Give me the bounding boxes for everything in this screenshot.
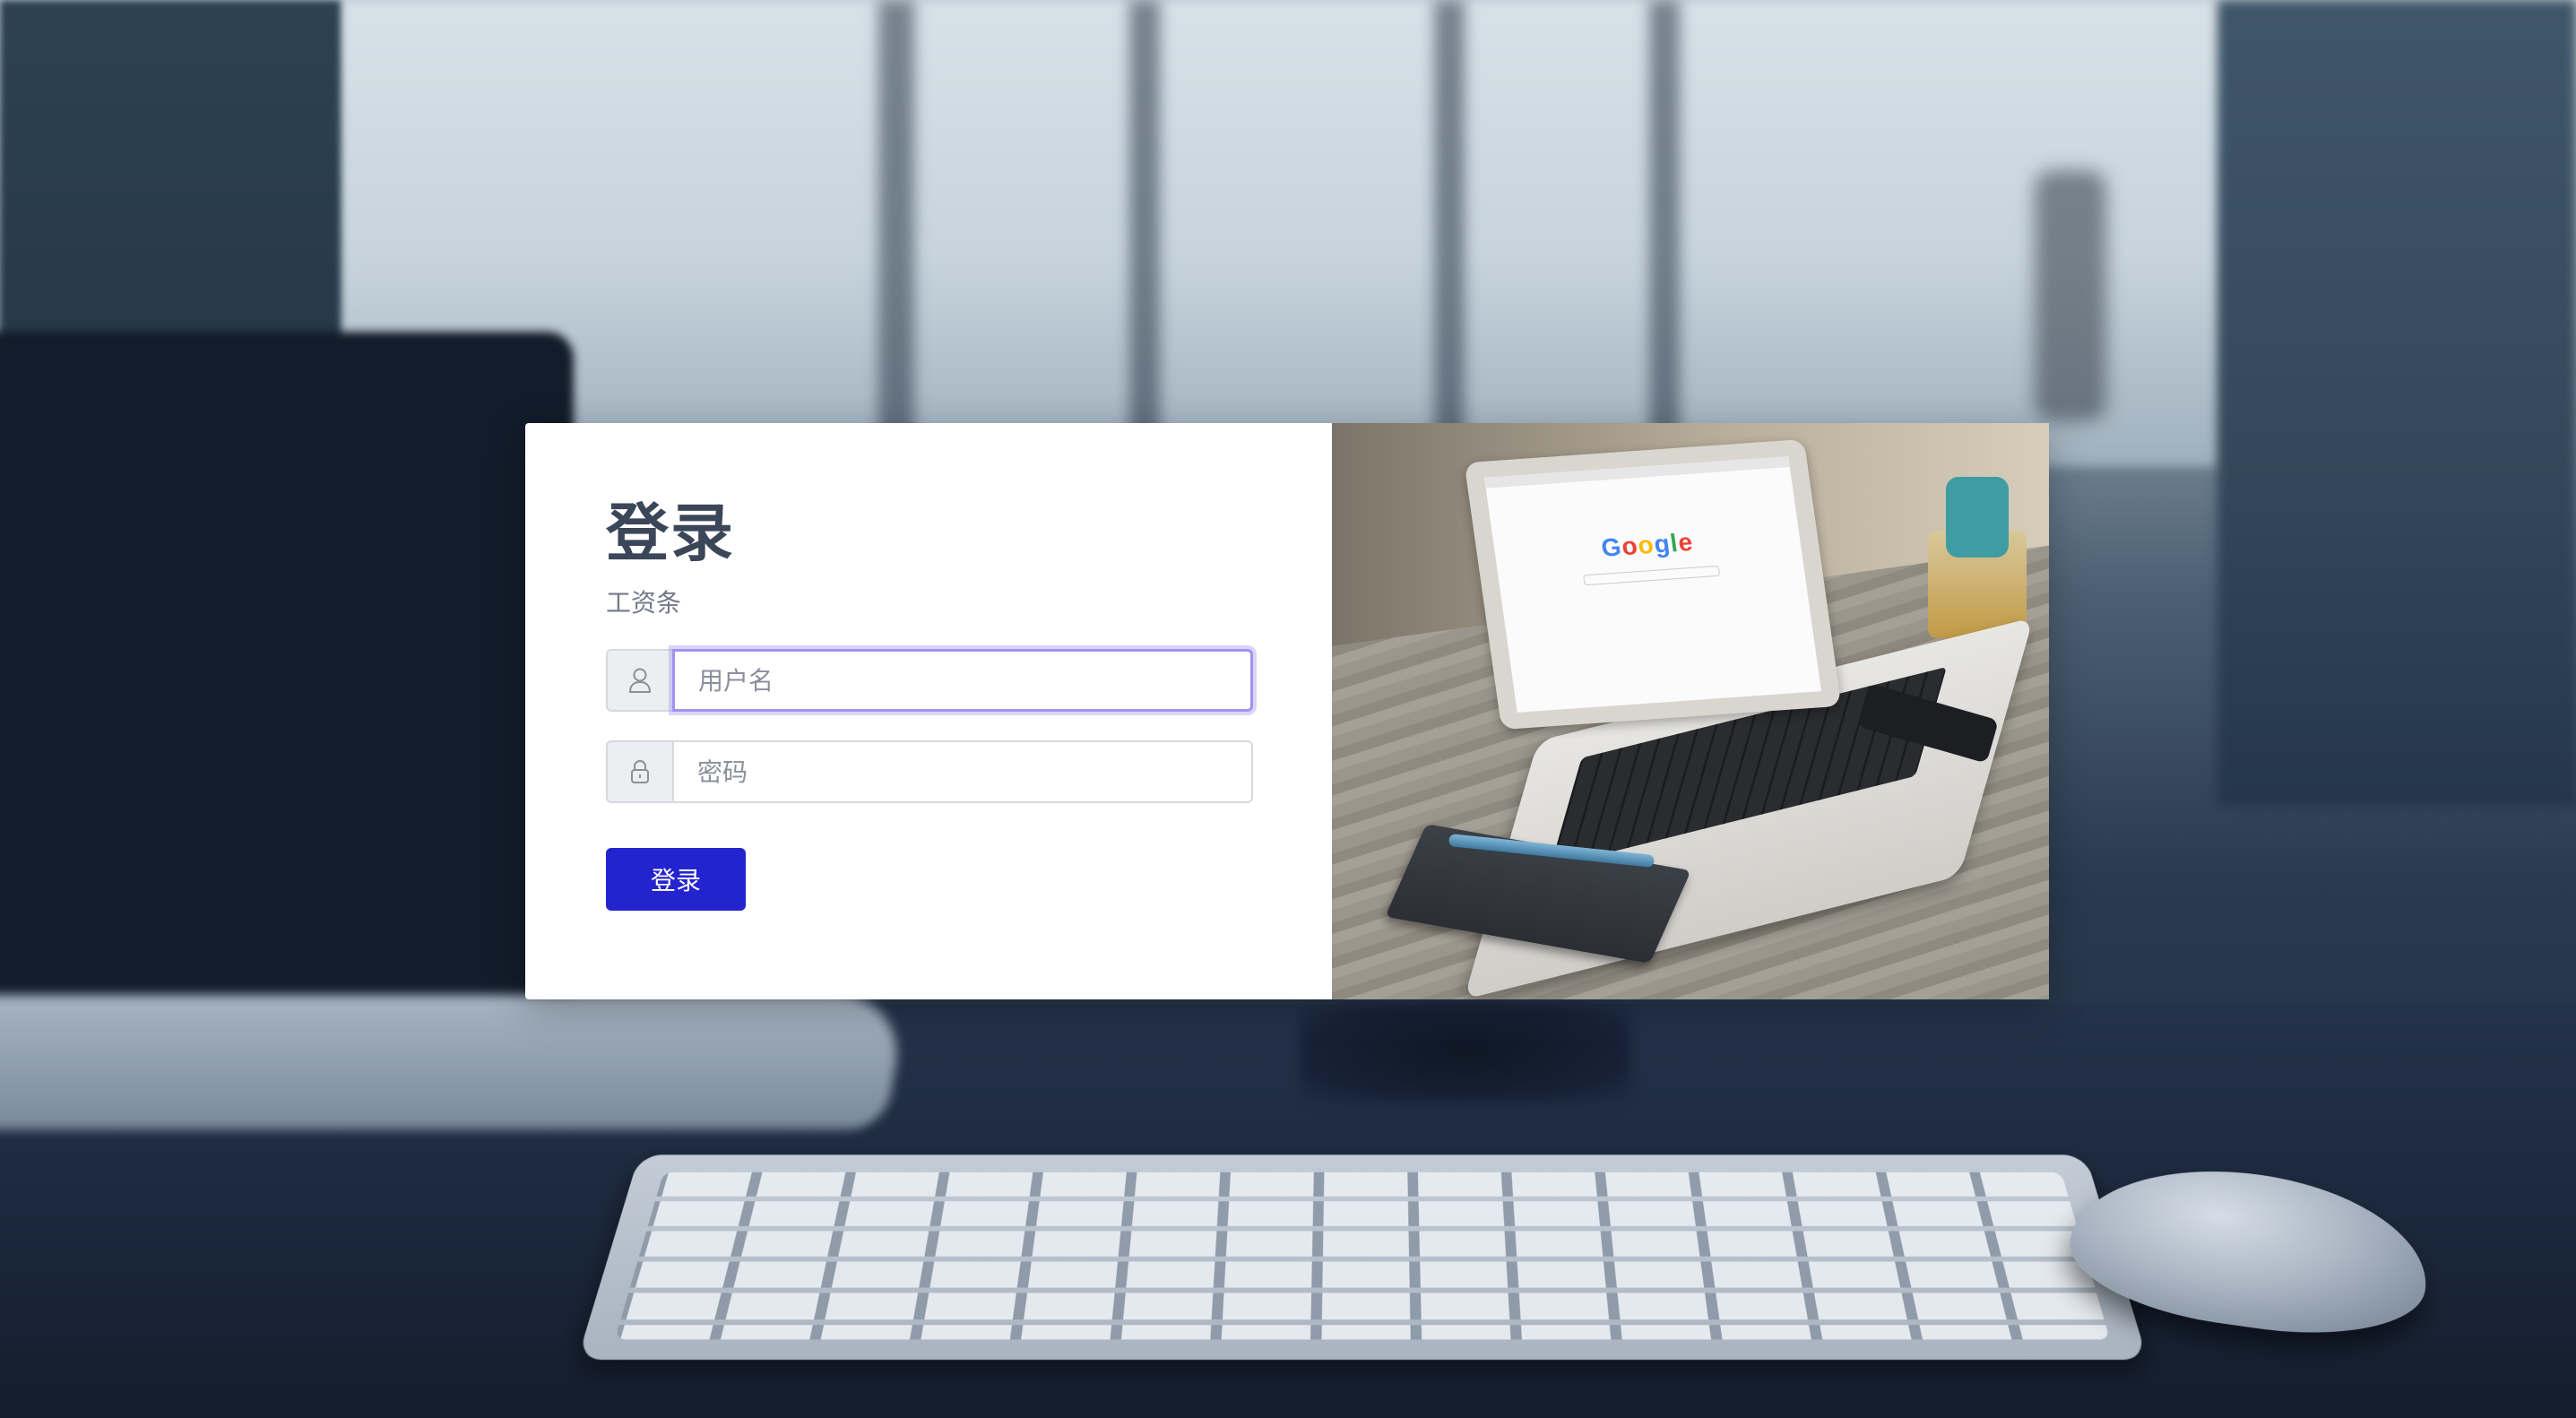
login-side-photo: Google [1332,423,2049,999]
login-button[interactable]: 登录 [606,848,746,911]
login-form-panel: 登录 工资条 登录 [525,423,1332,999]
username-group [606,649,1253,712]
photo-bottle [1946,477,2009,558]
password-input[interactable] [672,740,1253,803]
background-keyboard [577,1154,2148,1360]
photo-laptop-screen: Google [1465,439,1842,730]
background-bottle [2035,170,2106,421]
keyboard-keys [615,1172,2110,1340]
background-laptop [0,332,574,1031]
login-card: 登录 工资条 登录 [525,423,2049,999]
user-icon [606,649,672,712]
photo-search-box [1583,566,1720,586]
background-laptop-base [0,995,908,1129]
photo-browser-window: Google [1484,456,1821,713]
login-subtitle: 工资条 [606,588,1251,618]
photo-google-logo: Google [1600,528,1696,563]
password-group [606,740,1253,803]
background-right-wall [2217,0,2576,807]
background-window [341,0,2223,466]
lock-icon [606,740,672,803]
username-input[interactable] [672,649,1253,712]
login-title: 登录 [606,495,1251,572]
background-monitor-stand [1300,1004,1631,1102]
